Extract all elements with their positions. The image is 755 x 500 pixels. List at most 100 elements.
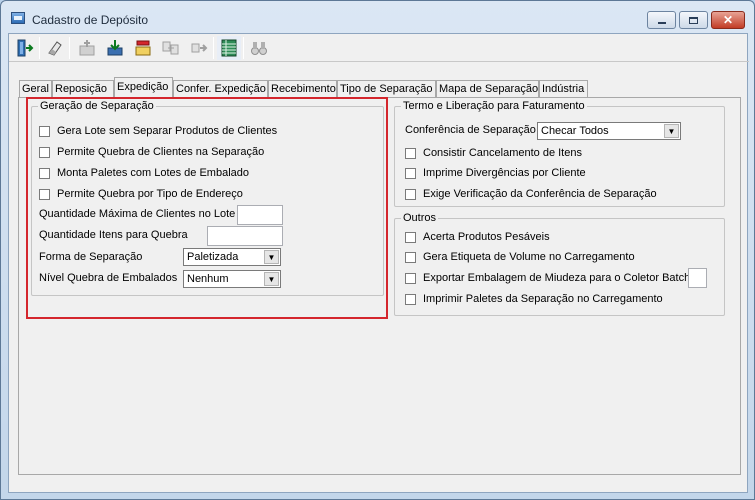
tab-label: Expedição — [117, 81, 169, 93]
forma-separacao-select[interactable]: Paletizada ▼ — [183, 248, 281, 266]
tab-label: Indústria — [542, 83, 585, 95]
tab-recebimento[interactable]: Recebimento — [268, 80, 337, 98]
search-button[interactable] — [247, 36, 271, 60]
tab-geral[interactable]: Geral — [19, 80, 52, 98]
maximize-icon — [689, 16, 698, 24]
copy-icon — [162, 41, 179, 55]
tab-confer-expedicao[interactable]: Confer. Expedição — [173, 80, 268, 98]
check-label: Imprime Divergências por Cliente — [423, 167, 586, 179]
save-icon — [107, 40, 123, 56]
eraser-icon — [48, 41, 62, 56]
copy-button[interactable] — [159, 36, 183, 60]
minimize-button[interactable] — [647, 11, 676, 29]
check-consistir-cancelamento[interactable]: Consistir Cancelamento de Itens — [405, 147, 582, 159]
group-title: Geração de Separação — [40, 100, 154, 112]
tab-tipo-separacao[interactable]: Tipo de Separação — [337, 80, 436, 98]
tab-label: Recebimento — [271, 83, 336, 95]
clear-button[interactable] — [43, 36, 67, 60]
checkbox[interactable] — [405, 147, 416, 159]
group-title: Termo e Liberação para Faturamento — [403, 100, 585, 112]
exit-icon — [17, 39, 34, 57]
check-acerta-pesaveis[interactable]: Acerta Produtos Pesáveis — [405, 231, 550, 243]
checkbox[interactable] — [405, 251, 416, 263]
move-button[interactable] — [187, 36, 211, 60]
checkbox[interactable] — [39, 188, 50, 200]
check-exige-verificacao[interactable]: Exige Verificação da Conferência de Sepa… — [405, 188, 657, 200]
toolbar-separator — [213, 37, 214, 59]
tab-label: Mapa de Separação — [439, 83, 539, 95]
tab-label: Reposição — [55, 83, 107, 95]
conferencia-separacao-select[interactable]: Checar Todos ▼ — [537, 122, 681, 140]
check-gera-etiqueta[interactable]: Gera Etiqueta de Volume no Carregamento — [405, 251, 635, 263]
check-permite-quebra-clientes[interactable]: Permite Quebra de Clientes na Separação — [39, 146, 264, 158]
exportar-embalagem-input[interactable] — [688, 268, 707, 288]
qtd-max-clientes-label: Quantidade Máxima de Clientes no Lote — [39, 208, 236, 220]
check-label: Exige Verificação da Conferência de Sepa… — [423, 188, 657, 200]
chevron-down-icon[interactable]: ▼ — [664, 124, 679, 138]
qtd-max-clientes-input[interactable] — [237, 205, 283, 225]
toolbar — [9, 34, 749, 62]
qtd-itens-quebra-input[interactable] — [207, 226, 283, 246]
nivel-quebra-select[interactable]: Nenhum ▼ — [183, 270, 281, 288]
delete-icon — [135, 40, 151, 56]
grid-button[interactable] — [217, 36, 241, 60]
app-icon — [11, 12, 25, 24]
check-label: Permite Quebra por Tipo de Endereço — [57, 188, 243, 200]
title-bar[interactable]: Cadastro de Depósito ✕ — [1, 1, 754, 33]
check-monta-paletes[interactable]: Monta Paletes com Lotes de Embalado — [39, 167, 249, 179]
checkbox[interactable] — [405, 167, 416, 179]
check-label: Consistir Cancelamento de Itens — [423, 147, 582, 159]
check-label: Gera Etiqueta de Volume no Carregamento — [423, 251, 635, 263]
tab-label: Confer. Expedição — [176, 83, 266, 95]
chevron-down-icon[interactable]: ▼ — [264, 250, 279, 264]
group-title: Outros — [403, 212, 437, 224]
add-icon — [79, 40, 95, 56]
checkbox[interactable] — [405, 293, 416, 305]
tab-mapa-separacao[interactable]: Mapa de Separação — [436, 80, 539, 98]
check-permite-quebra-endereco[interactable]: Permite Quebra por Tipo de Endereço — [39, 188, 243, 200]
minimize-icon — [657, 22, 666, 24]
close-button[interactable]: ✕ — [711, 11, 745, 29]
grid-icon — [221, 39, 237, 57]
close-icon: ✕ — [722, 13, 734, 27]
conferencia-separacao-label: Conferência de Separação — [405, 124, 536, 136]
check-label: Imprimir Paletes da Separação no Carrega… — [423, 293, 663, 305]
binoculars-icon — [251, 42, 267, 55]
check-exportar-embalagem[interactable]: Exportar Embalagem de Miudeza para o Col… — [405, 272, 690, 284]
forma-separacao-label: Forma de Separação — [39, 251, 143, 263]
qtd-itens-quebra-label: Quantidade Itens para Quebra — [39, 229, 188, 241]
checkbox[interactable] — [405, 188, 416, 200]
tab-label: Geral — [22, 83, 49, 95]
maximize-button[interactable] — [679, 11, 708, 29]
check-imprime-divergencias[interactable]: Imprime Divergências por Cliente — [405, 167, 586, 179]
check-label: Exportar Embalagem de Miudeza para o Col… — [423, 272, 691, 284]
check-gera-lote[interactable]: Gera Lote sem Separar Produtos de Client… — [39, 125, 277, 137]
toolbar-separator — [243, 37, 244, 59]
select-value: Paletizada — [187, 251, 239, 263]
nivel-quebra-label: Nível Quebra de Embalados — [39, 272, 178, 284]
tab-label: Tipo de Separação — [340, 83, 433, 95]
exit-button[interactable] — [13, 36, 37, 60]
toolbar-separator — [39, 37, 40, 59]
chevron-down-icon[interactable]: ▼ — [264, 272, 279, 286]
add-button[interactable] — [75, 36, 99, 60]
window-title: Cadastro de Depósito — [32, 13, 149, 27]
check-label: Permite Quebra de Clientes na Separação — [57, 146, 265, 158]
check-imprimir-paletes[interactable]: Imprimir Paletes da Separação no Carrega… — [405, 293, 663, 305]
select-value: Checar Todos — [541, 125, 609, 137]
tab-strip: Geral Reposição Expedição Confer. Expedi… — [9, 77, 749, 99]
delete-button[interactable] — [131, 36, 155, 60]
checkbox[interactable] — [405, 231, 416, 243]
checkbox[interactable] — [39, 167, 50, 179]
checkbox[interactable] — [39, 125, 50, 137]
save-button[interactable] — [103, 36, 127, 60]
toolbar-separator — [69, 37, 70, 59]
tab-industria[interactable]: Indústria — [539, 80, 588, 98]
checkbox[interactable] — [405, 272, 416, 284]
tab-expedicao[interactable]: Expedição — [114, 77, 173, 99]
check-label: Acerta Produtos Pesáveis — [423, 231, 550, 243]
checkbox[interactable] — [39, 146, 50, 158]
tab-reposicao[interactable]: Reposição — [52, 80, 114, 98]
arrow-icon — [191, 43, 208, 53]
select-value: Nenhum — [187, 273, 229, 285]
